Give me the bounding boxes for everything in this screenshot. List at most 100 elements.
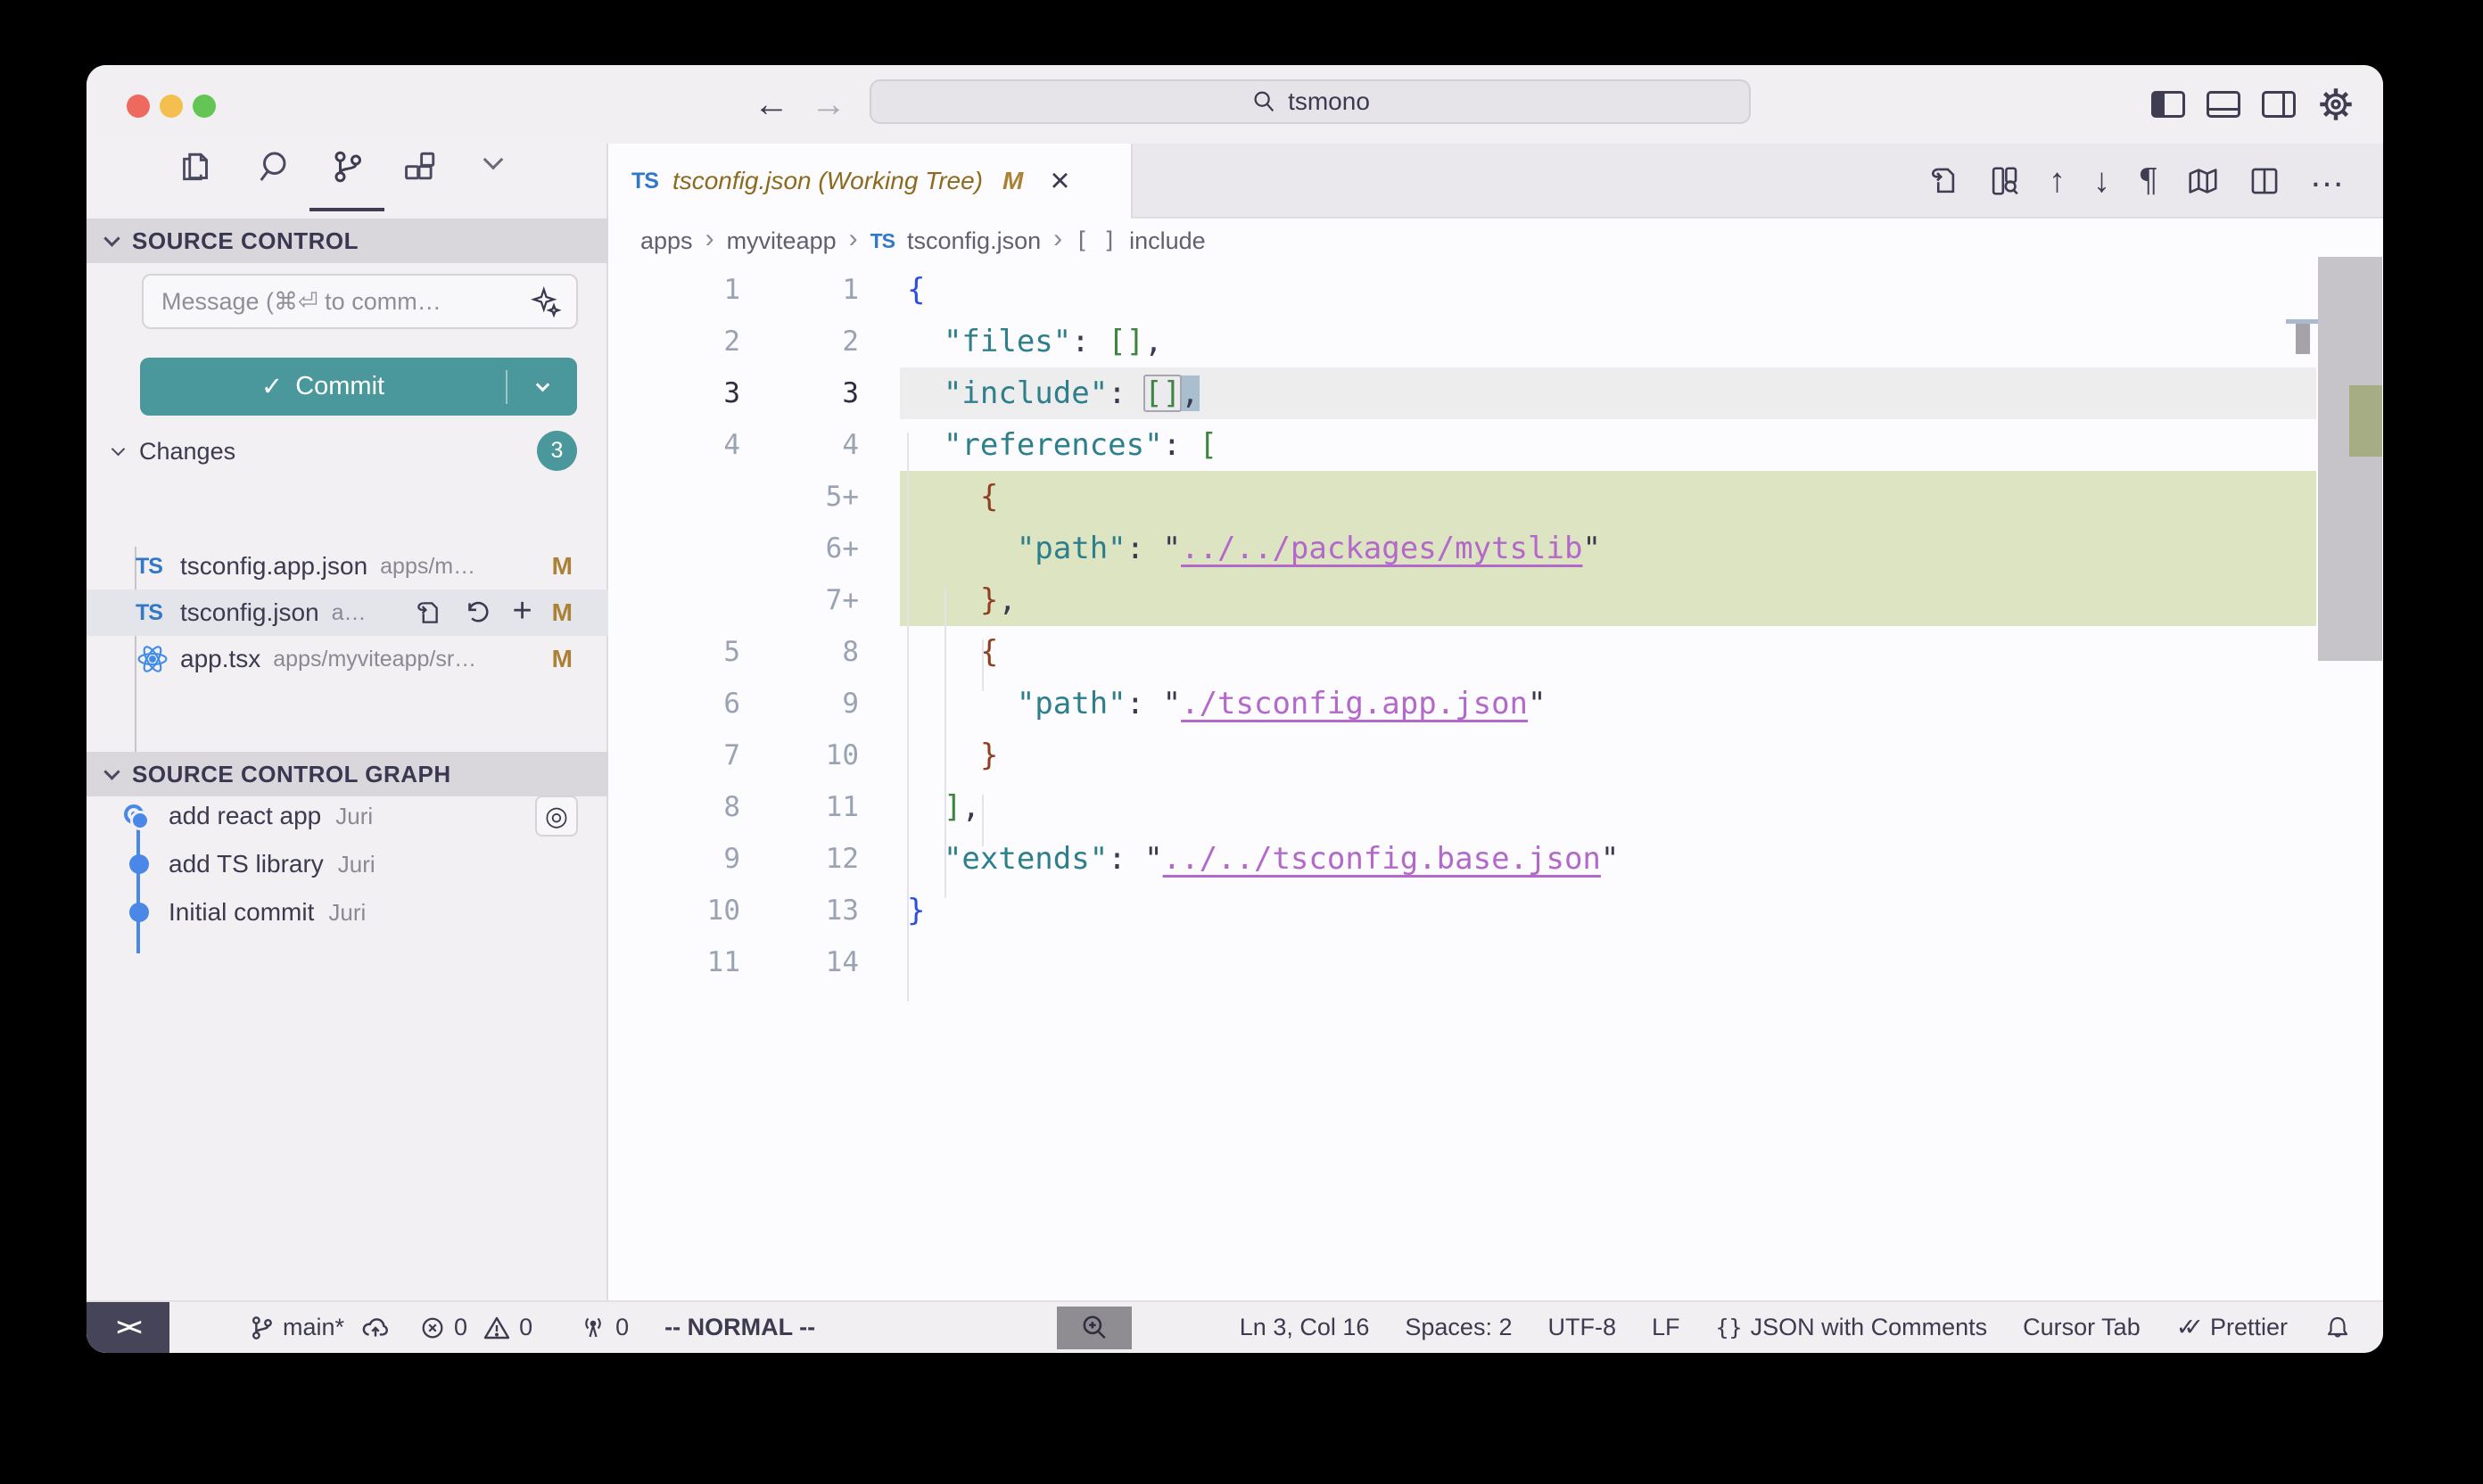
next-change-icon[interactable]: ↓ (2093, 162, 2110, 201)
code-line[interactable]: 11{ (608, 264, 2383, 316)
map-icon[interactable] (2186, 164, 2220, 198)
breadcrumb-item[interactable]: myviteapp (727, 227, 837, 255)
toggle-primary-sidebar-button[interactable] (2151, 91, 2185, 118)
minimize-window-button[interactable] (160, 95, 183, 118)
cloud-upload-icon (360, 1313, 391, 1343)
code-line[interactable]: 1013} (608, 885, 2383, 936)
original-line-number: 11 (608, 936, 740, 988)
extensions-icon[interactable] (400, 149, 438, 186)
explorer-icon[interactable] (177, 149, 213, 185)
open-file-icon[interactable] (1926, 164, 1959, 198)
more-views-chevron-icon[interactable] (486, 158, 500, 167)
file-row-tsconfig-app-json[interactable]: TS tsconfig.app.json apps/m… M (87, 543, 608, 589)
inline-diff-view-icon[interactable] (1987, 164, 2021, 198)
more-actions-icon[interactable]: … (2309, 155, 2347, 195)
file-path: apps/myviteapp/sr… (273, 647, 551, 672)
language-mode-item[interactable]: {} JSON with Comments (1715, 1314, 1987, 1341)
encoding-item[interactable]: UTF-8 (1547, 1314, 1616, 1341)
commit-message: add TS library (169, 850, 324, 878)
remote-indicator-button[interactable]: >< (87, 1302, 169, 1353)
file-name: app.tsx (180, 645, 260, 673)
source-control-graph-section-header[interactable]: SOURCE CONTROL GRAPH (87, 752, 608, 796)
toggle-panel-button[interactable] (2207, 91, 2240, 118)
code-line[interactable]: 22 "files": [], (608, 316, 2383, 367)
chevron-down-icon (535, 377, 549, 392)
open-file-icon[interactable] (412, 598, 442, 628)
search-value: tsmono (1288, 87, 1370, 116)
breadcrumb-item[interactable]: apps (640, 227, 693, 255)
code-line[interactable]: 5+ { (608, 471, 2383, 523)
branch-status-item[interactable]: main* (248, 1314, 344, 1341)
commit-node-icon (129, 903, 149, 922)
previous-change-icon[interactable]: ↑ (2049, 162, 2066, 201)
modified-line-number: 14 (740, 936, 859, 988)
whitespace-pilcrow-icon[interactable]: ¶ (2138, 163, 2158, 200)
tab-tsconfig-json-working-tree[interactable]: TS tsconfig.json (Working Tree) M × (608, 144, 1133, 218)
modified-line-number: 9 (740, 678, 859, 730)
breadcrumb-symbol[interactable]: include (1129, 227, 1206, 255)
commit-row[interactable]: add TS library Juri (87, 840, 608, 888)
react-file-icon (136, 642, 180, 676)
settings-gear-icon[interactable] (2317, 86, 2355, 123)
cursor-position-item[interactable]: Ln 3, Col 16 (1240, 1314, 1370, 1341)
code-line-text: { (900, 471, 2316, 523)
file-row-tsconfig-json[interactable]: TS tsconfig.json a… + M (87, 589, 608, 636)
navigate-back-button[interactable]: ← (754, 65, 789, 144)
code-line[interactable]: 6+ "path": "../../packages/mytslib" (608, 523, 2383, 574)
breadcrumb-item[interactable]: tsconfig.json (907, 227, 1041, 255)
vertical-scrollbar[interactable] (2318, 257, 2382, 661)
notifications-bell-icon[interactable] (2323, 1314, 2352, 1342)
stage-changes-icon[interactable]: + (512, 594, 532, 628)
commit-row[interactable]: Initial commit Juri (87, 888, 608, 936)
code-line[interactable]: 710 } (608, 730, 2383, 781)
code-line[interactable]: 912 "extends": "../../tsconfig.base.json… (608, 833, 2383, 885)
commit-row[interactable]: add react app Juri ◎ (87, 792, 608, 840)
code-editor[interactable]: 11{22 "files": [],33 "include": [],44 "r… (608, 264, 2383, 988)
code-line[interactable]: 33 "include": [], (608, 367, 2383, 419)
eol-item[interactable]: LF (1652, 1314, 1680, 1341)
zoom-status-item[interactable] (1057, 1307, 1132, 1349)
ports-status-item[interactable]: 0 (579, 1314, 629, 1342)
tab-title: tsconfig.json (Working Tree) (672, 167, 983, 195)
original-line-number: 10 (608, 885, 740, 936)
typescript-file-icon: TS (870, 229, 895, 253)
commit-message-input[interactable]: Message (⌘⏎ to comm… (142, 274, 578, 329)
zoom-window-button[interactable] (193, 95, 216, 118)
indent-guide (907, 433, 909, 1002)
commit-node-icon (124, 804, 144, 824)
commit-button[interactable]: ✓ Commit (140, 358, 577, 416)
discard-changes-icon[interactable] (462, 598, 492, 628)
toggle-secondary-sidebar-button[interactable] (2262, 91, 2296, 118)
search-sidebar-icon[interactable] (258, 149, 293, 185)
code-line[interactable]: 811 ], (608, 781, 2383, 833)
file-row-app-tsx[interactable]: app.tsx apps/myviteapp/sr… M (87, 636, 608, 682)
target-icon: ◎ (545, 801, 568, 832)
code-line[interactable]: 7+ }, (608, 574, 2383, 626)
source-control-section-header[interactable]: SOURCE CONTROL (87, 218, 608, 263)
code-line[interactable]: 1114 (608, 936, 2383, 988)
code-line[interactable]: 58 { (608, 626, 2383, 678)
changes-section-header[interactable]: Changes (113, 438, 235, 466)
indentation-item[interactable]: Spaces: 2 (1405, 1314, 1512, 1341)
navigate-forward-button[interactable]: → (811, 65, 846, 144)
problems-status-item[interactable]: 0 0 (419, 1314, 532, 1342)
source-control-icon[interactable] (329, 149, 365, 185)
goto-ref-button[interactable]: ◎ (535, 796, 578, 837)
commit-dropdown-button[interactable] (507, 384, 577, 390)
tab-completion-item[interactable]: Cursor Tab (2023, 1314, 2141, 1341)
sync-status-item[interactable] (360, 1313, 391, 1343)
formatter-name: Prettier (2210, 1314, 2288, 1341)
indent-guide (982, 795, 984, 846)
sparkle-icon[interactable] (530, 285, 562, 317)
code-line[interactable]: 44 "references": [ (608, 419, 2383, 471)
command-center-search[interactable]: tsmono (870, 79, 1751, 124)
typescript-file-icon: TS (136, 554, 162, 580)
code-line[interactable]: 69 "path": "./tsconfig.app.json" (608, 678, 2383, 730)
close-window-button[interactable] (127, 95, 150, 118)
formatter-item[interactable]: ✓✓ Prettier (2176, 1314, 2288, 1341)
minimap-selection-mark (2296, 324, 2310, 354)
close-tab-icon[interactable]: × (1050, 164, 1069, 198)
split-editor-icon[interactable] (2248, 164, 2281, 198)
sidebar: SOURCE CONTROL Message (⌘⏎ to comm… ✓ Co… (87, 144, 608, 1300)
breadcrumbs[interactable]: apps › myviteapp › TS tsconfig.json › [ … (608, 218, 2383, 263)
